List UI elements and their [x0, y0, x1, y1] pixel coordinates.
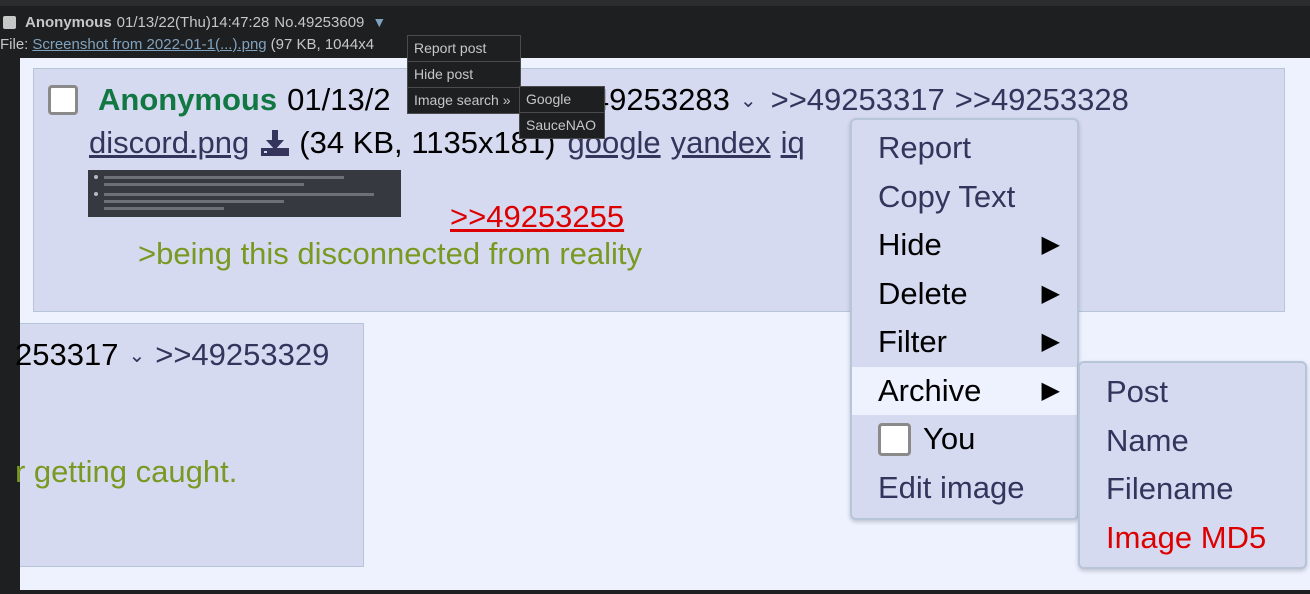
menu-item-report-post[interactable]: Report post [408, 36, 520, 62]
menu-item-archive-image-md5[interactable]: Image MD5 [1080, 514, 1305, 563]
dark-post-file: File: Screenshot from 2022-01-1(...).png… [0, 34, 374, 54]
menu-item-archive-name[interactable]: Name [1080, 417, 1305, 466]
menu-item-label: Edit image [878, 469, 1025, 505]
submenu-arrow-icon: ▶ [1041, 231, 1060, 258]
left-dark-edge [0, 58, 20, 594]
post-context-menu: Report post Hide post Image search » [407, 35, 521, 114]
menu-item-archive[interactable]: Archive ▶ [852, 366, 1077, 415]
dark-post-file-info: (97 KB, 1044x4 [270, 35, 375, 53]
dark-post-number[interactable]: No.49253609 [274, 14, 364, 31]
menu-item-saucenao[interactable]: SauceNAO [520, 113, 604, 138]
dark-post-strip: Anonymous 01/13/22(Thu)14:47:28 No.49253… [0, 0, 1310, 58]
menu-item-label: Report [878, 130, 972, 166]
submenu-arrow-icon: ▶ [1041, 328, 1060, 355]
menu-item-you[interactable]: You [852, 415, 1077, 464]
menu-item-label: Hide [878, 227, 942, 263]
submenu-arrow-icon: ▶ [1041, 279, 1060, 307]
reply-file-info: (34 KB, 1135x181) [299, 125, 556, 160]
reply-post-partial: 253317 ⌄ >>49253329 r getting caught. [15, 323, 364, 567]
menu-item-label: Copy Text [878, 178, 1016, 214]
image-search-submenu: Google SauceNAO [519, 86, 605, 139]
reply-post: Anonymous 01/13/2 17 No.49253283 ⌄ >>492… [33, 68, 1285, 312]
reply-file-link[interactable]: discord.png [89, 125, 249, 161]
menu-item-image-search[interactable]: Image search » [408, 88, 520, 113]
greentext-line: >being this disconnected from reality [138, 236, 643, 271]
menu-item-archive-filename[interactable]: Filename [1080, 465, 1305, 514]
menu-item-archive-post[interactable]: Post [1080, 368, 1305, 417]
you-checkbox[interactable] [878, 422, 911, 456]
file-prefix: File: [0, 35, 29, 53]
dark-post-checkbox[interactable] [3, 15, 16, 29]
menu-item-label: Delete [878, 275, 968, 311]
post-dropdown-menu: Report Copy Text Hide ▶ Delete ▶ Filter ▶ A… [850, 118, 1079, 520]
post-menu-arrow-icon[interactable]: ▼ [372, 14, 386, 30]
menu-item-label: Filter [878, 324, 947, 360]
backlink[interactable]: >>49253328 [955, 82, 1129, 118]
submenu-arrow-icon: ▶ [1041, 376, 1060, 404]
bottom-dark-edge [0, 590, 1310, 594]
greentext-line: r getting caught. [15, 454, 238, 489]
menu-item-report[interactable]: Report [852, 124, 1077, 173]
reply-thumbnail[interactable] [88, 170, 401, 217]
download-icon[interactable] [259, 128, 291, 158]
menu-item-label: You [923, 421, 976, 457]
menu-item-filter[interactable]: Filter ▶ [852, 318, 1077, 367]
strip-divider [0, 0, 1310, 6]
menu-item-google[interactable]: Google [520, 87, 604, 113]
chevron-down-icon[interactable]: ⌄ [740, 88, 757, 113]
reply-checkbox[interactable] [48, 85, 78, 115]
reply-header: 253317 ⌄ >>49253329 [15, 337, 339, 373]
menu-item-hide-post[interactable]: Hide post [408, 62, 520, 88]
dark-post-header: Anonymous 01/13/22(Thu)14:47:28 No.49253… [0, 12, 386, 32]
dead-quotelink[interactable]: >>49253255 [450, 199, 624, 235]
menu-item-delete[interactable]: Delete ▶ [852, 270, 1077, 319]
menu-item-label: Archive [878, 372, 982, 408]
backlink[interactable]: >>49253329 [155, 337, 329, 373]
dark-post-file-link[interactable]: Screenshot from 2022-01-1(...).png [32, 36, 266, 53]
dark-post-datetime: 01/13/22(Thu)14:47:28 [116, 13, 270, 31]
chevron-down-icon[interactable]: ⌄ [128, 343, 145, 368]
archive-submenu: Post Name Filename Image MD5 [1078, 361, 1307, 569]
menu-item-copy-text[interactable]: Copy Text [852, 173, 1077, 222]
reply-number[interactable]: 253317 [15, 337, 118, 373]
iqdb-search-link[interactable]: iq [781, 125, 805, 161]
backlink[interactable]: >>49253317 [771, 82, 945, 118]
reply-date: 01/13/2 [287, 82, 391, 117]
yandex-search-link[interactable]: yandex [671, 125, 771, 161]
menu-item-edit-image[interactable]: Edit image [852, 464, 1077, 513]
reply-name: Anonymous [98, 82, 278, 117]
menu-item-hide[interactable]: Hide ▶ [852, 221, 1077, 270]
dark-post-name: Anonymous [25, 13, 112, 31]
